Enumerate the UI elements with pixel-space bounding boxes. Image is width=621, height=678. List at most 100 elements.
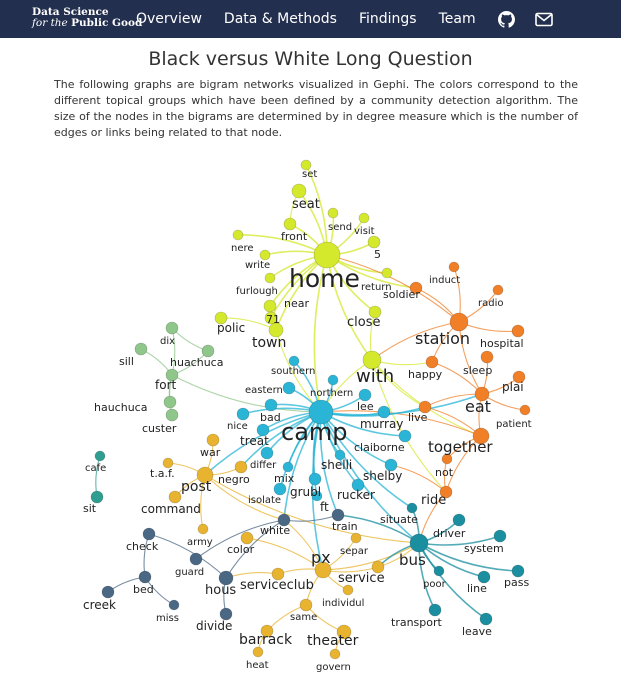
top-navbar: Data Science for the Public Good Overvie… <box>0 0 621 38</box>
node-label-check: check <box>126 540 159 553</box>
node-label-northern: northern <box>310 388 353 399</box>
node-nere <box>232 229 244 241</box>
node-label-write: write <box>245 260 270 271</box>
node-label-fort: fort <box>155 378 177 392</box>
node-label-near: near <box>284 297 309 310</box>
node-near <box>263 299 277 313</box>
node-creek <box>101 585 115 599</box>
node-bad <box>264 398 278 412</box>
node-label-creek: creek <box>83 598 116 612</box>
node-label-induct: induct <box>429 275 460 286</box>
node-poor <box>433 565 445 577</box>
node-label-not: not <box>435 466 454 479</box>
node-label-with: with <box>356 366 394 387</box>
node-send <box>327 207 339 219</box>
node-label-govern: govern <box>316 662 351 673</box>
node-label-huachuca: huachuca <box>170 356 223 369</box>
node-label-hous: hous <box>205 583 236 598</box>
node-label-miss: miss <box>156 613 179 624</box>
node-label-poor: poor <box>423 579 447 590</box>
node-label-lee: lee <box>357 400 374 413</box>
node-label-leave: leave <box>462 625 492 638</box>
node-label-same: same <box>290 612 317 623</box>
page-title: Black versus White Long Question <box>148 48 473 70</box>
node-separ <box>350 532 362 544</box>
node-transport <box>428 603 442 617</box>
node-furlough <box>264 272 276 284</box>
node-label-cafe: cafe <box>85 463 106 474</box>
node-label-transport: transport <box>391 616 443 629</box>
node-front <box>283 217 297 231</box>
node-system <box>493 529 507 543</box>
node-write <box>259 249 271 261</box>
node-driver <box>452 513 466 527</box>
node-label-treat: treat <box>240 434 269 448</box>
node-induct <box>448 261 460 273</box>
node-guard <box>189 552 203 566</box>
node-label-happy: happy <box>408 368 443 381</box>
main-nav: Overview Data & Methods Findings Team <box>136 0 573 38</box>
node-label-home: home <box>289 264 360 293</box>
node-northern <box>327 374 339 386</box>
node-happy <box>425 355 439 369</box>
node-label-guard: guard <box>175 567 204 578</box>
node-seat <box>291 183 307 199</box>
node-label-mix: mix <box>274 472 295 485</box>
github-icon[interactable] <box>497 10 515 28</box>
node-label-heat: heat <box>246 660 269 671</box>
node-differ <box>260 446 274 460</box>
node-return <box>381 267 393 279</box>
node-label-front: front <box>281 230 308 243</box>
brand-line2-bold: Public Good <box>71 17 143 29</box>
nav-data-methods[interactable]: Data & Methods <box>224 11 337 27</box>
node-label-murray: murray <box>360 417 403 431</box>
node-war <box>206 433 220 447</box>
node-label-radio: radio <box>478 298 503 309</box>
node-label-sit: sit <box>83 502 97 515</box>
node-label-seat: seat <box>292 197 320 212</box>
node-label-hospital: hospital <box>480 337 524 350</box>
nav-team[interactable]: Team <box>439 11 476 27</box>
node-label-visit: visit <box>354 226 375 237</box>
node-label-post: post <box>181 479 212 495</box>
network-edge <box>171 327 209 352</box>
node-label-eat: eat <box>465 397 491 416</box>
node-label-custer: custer <box>142 422 177 435</box>
node-dix <box>165 321 179 335</box>
node-label-divide: divide <box>196 619 232 633</box>
node-label-sleep: sleep <box>463 364 492 377</box>
node-label-bed: bed <box>133 583 154 596</box>
node-label-camp: camp <box>281 418 348 446</box>
node-label-taf: t.a.f. <box>150 467 175 480</box>
node-check <box>142 527 156 541</box>
node-label-service: service <box>338 571 385 586</box>
node-label-eastern: eastern <box>245 385 283 396</box>
node-cafe <box>94 450 106 462</box>
node-label-ride: ride <box>421 493 446 508</box>
node-label-5: 5 <box>374 248 381 261</box>
node-label-barrack: barrack <box>239 632 293 648</box>
node-label-nice: nice <box>227 421 248 432</box>
mail-icon[interactable] <box>534 12 553 27</box>
node-label-differ: differ <box>250 460 277 471</box>
node-label-bad: bad <box>260 411 281 424</box>
node-label-live: live <box>408 411 428 424</box>
node-label-town: town <box>252 335 286 351</box>
page-description: The following graphs are bigram networks… <box>54 78 578 139</box>
node-label-sill: sill <box>119 355 134 368</box>
node-label-dix: dix <box>160 336 175 347</box>
node-radio <box>492 284 504 296</box>
node-label-grubl: grubl <box>290 485 321 499</box>
node-miss <box>168 599 180 611</box>
node-individul <box>342 584 354 596</box>
node-label-set: set <box>302 169 317 180</box>
node-situate <box>406 502 418 514</box>
node-label-individul: individul <box>322 598 364 609</box>
nav-overview[interactable]: Overview <box>136 11 202 27</box>
brand-logo[interactable]: Data Science for the Public Good <box>32 7 142 29</box>
node-label-send: send <box>328 222 352 233</box>
node-eastern <box>282 381 296 395</box>
node-nice <box>236 407 250 421</box>
node-sill <box>134 342 148 356</box>
nav-findings[interactable]: Findings <box>359 11 417 27</box>
